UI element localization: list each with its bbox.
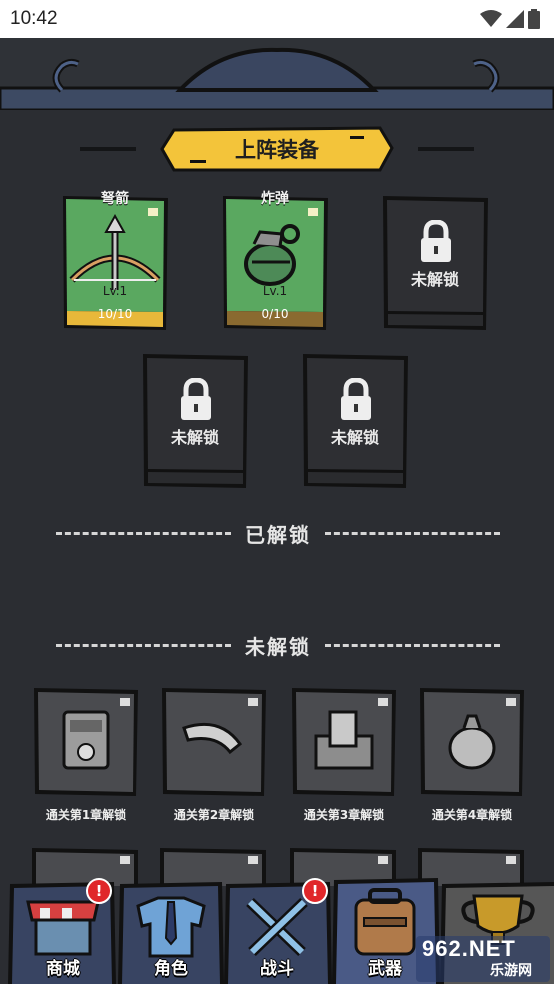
battle-alert-badge: !: [302, 878, 328, 904]
lock-icon: [181, 378, 211, 420]
locked-item-4[interactable]: 通关第4章解锁: [418, 686, 526, 822]
divider-dash: [325, 531, 500, 535]
unlock-condition: 通关第2章解锁: [173, 808, 255, 822]
site-watermark: 962.NET 乐游网: [416, 936, 550, 982]
equip-level: Lv.1: [262, 284, 288, 298]
wifi-icon: [480, 10, 502, 27]
equip-name: 弩箭: [101, 191, 129, 207]
shop-alert-badge: !: [86, 878, 112, 904]
unlock-condition: 通关第1章解锁: [45, 808, 127, 822]
nav-character[interactable]: 角色: [118, 876, 224, 984]
equip-slot-locked[interactable]: 未解锁: [300, 352, 410, 490]
locked-divider: 未解锁: [56, 630, 500, 660]
locked-item-frame: [162, 688, 266, 796]
locked-label: 未解锁: [170, 428, 219, 447]
watermark-logo: 962.NET: [422, 936, 516, 961]
unlock-condition: 通关第3章解锁: [303, 808, 385, 822]
nav-shop[interactable]: ! 商城: [10, 876, 116, 984]
locked-item-frame: [292, 688, 396, 796]
equip-slot-locked[interactable]: 未解锁: [380, 194, 490, 332]
watermark-site: 乐游网: [490, 963, 532, 979]
title-deco-right: [418, 147, 474, 151]
signal-icon: [506, 10, 524, 28]
equip-level: Lv.1: [102, 284, 128, 298]
status-bar: 10:42: [0, 0, 554, 38]
divider-dash: [56, 531, 231, 535]
unlocked-divider: 已解锁: [56, 518, 500, 548]
locked-item-2[interactable]: 通关第2章解锁: [160, 686, 268, 822]
shirt-icon: [136, 896, 206, 958]
nav-label: 角色: [154, 959, 188, 979]
nav-battle[interactable]: ! 战斗: [224, 876, 330, 984]
lock-icon: [341, 378, 371, 420]
locked-item-frame: [420, 688, 524, 796]
locked-label: 未解锁: [410, 270, 459, 289]
unlock-condition: 通关第4章解锁: [431, 808, 513, 822]
nav-label: 商城: [46, 959, 80, 979]
unlocked-header: 已解锁: [245, 522, 311, 547]
top-header-decoration: [0, 38, 554, 118]
equip-slot-bomb[interactable]: 炸弹 Lv.1 0/10: [220, 191, 330, 332]
locked-item-frame: [34, 688, 138, 796]
locked-label: 未解锁: [330, 428, 379, 447]
equip-slot-crossbow[interactable]: 弩箭 Lv.1 10/10: [60, 191, 170, 332]
section-title-banner: 上阵装备: [160, 126, 394, 172]
status-time: 10:42: [10, 8, 58, 29]
equip-count: 0/10: [261, 307, 289, 321]
equip-name: 炸弹: [261, 191, 289, 207]
section-title: 上阵装备: [235, 138, 319, 162]
status-icons: [480, 9, 540, 29]
divider-dash: [56, 643, 231, 647]
divider-dash: [325, 643, 500, 647]
equip-slot-locked[interactable]: 未解锁: [140, 352, 250, 490]
equip-count: 10/10: [97, 307, 133, 321]
title-deco-left: [80, 147, 136, 151]
locked-item-3[interactable]: 通关第3章解锁: [290, 686, 398, 822]
locked-header: 未解锁: [245, 634, 311, 659]
nav-label: 战斗: [260, 959, 294, 979]
battery-icon: [528, 9, 540, 29]
header-ornament: [0, 47, 554, 118]
lock-icon: [421, 220, 451, 262]
locked-item-1[interactable]: 通关第1章解锁: [32, 686, 140, 822]
